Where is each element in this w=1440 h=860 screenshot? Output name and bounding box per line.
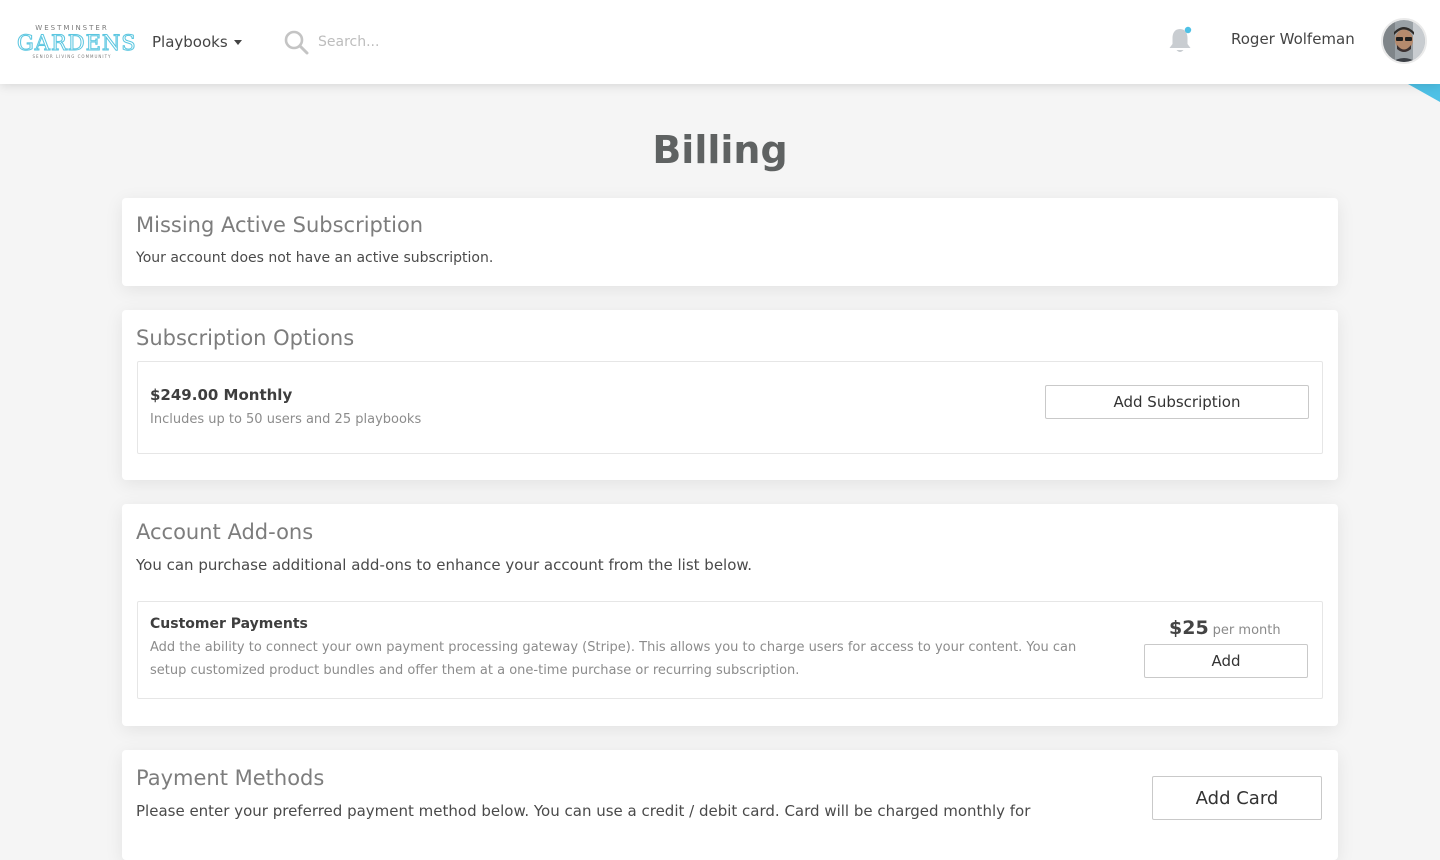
playbooks-dropdown[interactable]: Playbooks xyxy=(152,31,242,53)
add-addon-button[interactable]: Add xyxy=(1144,644,1308,678)
card-title: Subscription Options xyxy=(136,326,355,350)
logo-main-text: GARDENS xyxy=(17,31,137,55)
brand-logo[interactable]: WESTMINSTER GARDENS SENIOR LIVING COMMUN… xyxy=(17,24,137,62)
card-text: Please enter your preferred payment meth… xyxy=(136,802,1031,820)
top-navbar: WESTMINSTER GARDENS SENIOR LIVING COMMUN… xyxy=(0,0,1440,84)
caret-down-icon xyxy=(233,39,242,45)
user-avatar[interactable] xyxy=(1381,18,1427,64)
card-title: Payment Methods xyxy=(136,766,325,790)
card-text: You can purchase additional add-ons to e… xyxy=(136,556,753,574)
logo-sub-text: SENIOR LIVING COMMUNITY xyxy=(32,54,112,59)
plan-option: $249.00 Monthly Includes up to 50 users … xyxy=(137,361,1323,454)
subscription-options-card: Subscription Options $249.00 Monthly Inc… xyxy=(122,310,1338,480)
addon-item: Customer Payments Add the ability to con… xyxy=(137,601,1323,699)
playbooks-dropdown-label: Playbooks xyxy=(152,33,228,51)
card-title: Account Add-ons xyxy=(136,520,314,544)
page-title: Billing xyxy=(652,128,788,172)
payment-methods-card: Payment Methods Please enter your prefer… xyxy=(122,750,1338,860)
search-input[interactable] xyxy=(318,30,578,54)
user-name[interactable]: Roger Wolfeman xyxy=(1231,30,1355,48)
missing-subscription-card: Missing Active Subscription Your account… xyxy=(122,198,1338,286)
corner-accent xyxy=(1408,84,1440,102)
addon-price-amount: $25 xyxy=(1169,617,1209,639)
bell-icon[interactable] xyxy=(1165,25,1195,55)
addon-description: Add the ability to connect your own paym… xyxy=(150,640,1077,678)
card-title: Missing Active Subscription xyxy=(136,213,424,237)
add-subscription-button[interactable]: Add Subscription xyxy=(1045,385,1309,419)
search-icon[interactable] xyxy=(283,29,309,55)
notification-dot xyxy=(1184,26,1192,34)
account-addons-card: Account Add-ons You can purchase additio… xyxy=(122,504,1338,726)
addon-price: $25 per month xyxy=(1169,617,1281,639)
plan-name: $249.00 Monthly xyxy=(150,386,293,404)
add-card-button[interactable]: Add Card xyxy=(1152,776,1322,820)
plan-description: Includes up to 50 users and 25 playbooks xyxy=(150,412,422,427)
addon-price-unit: per month xyxy=(1212,623,1281,638)
card-text: Your account does not have an active sub… xyxy=(136,250,494,266)
addon-name: Customer Payments xyxy=(150,616,308,632)
